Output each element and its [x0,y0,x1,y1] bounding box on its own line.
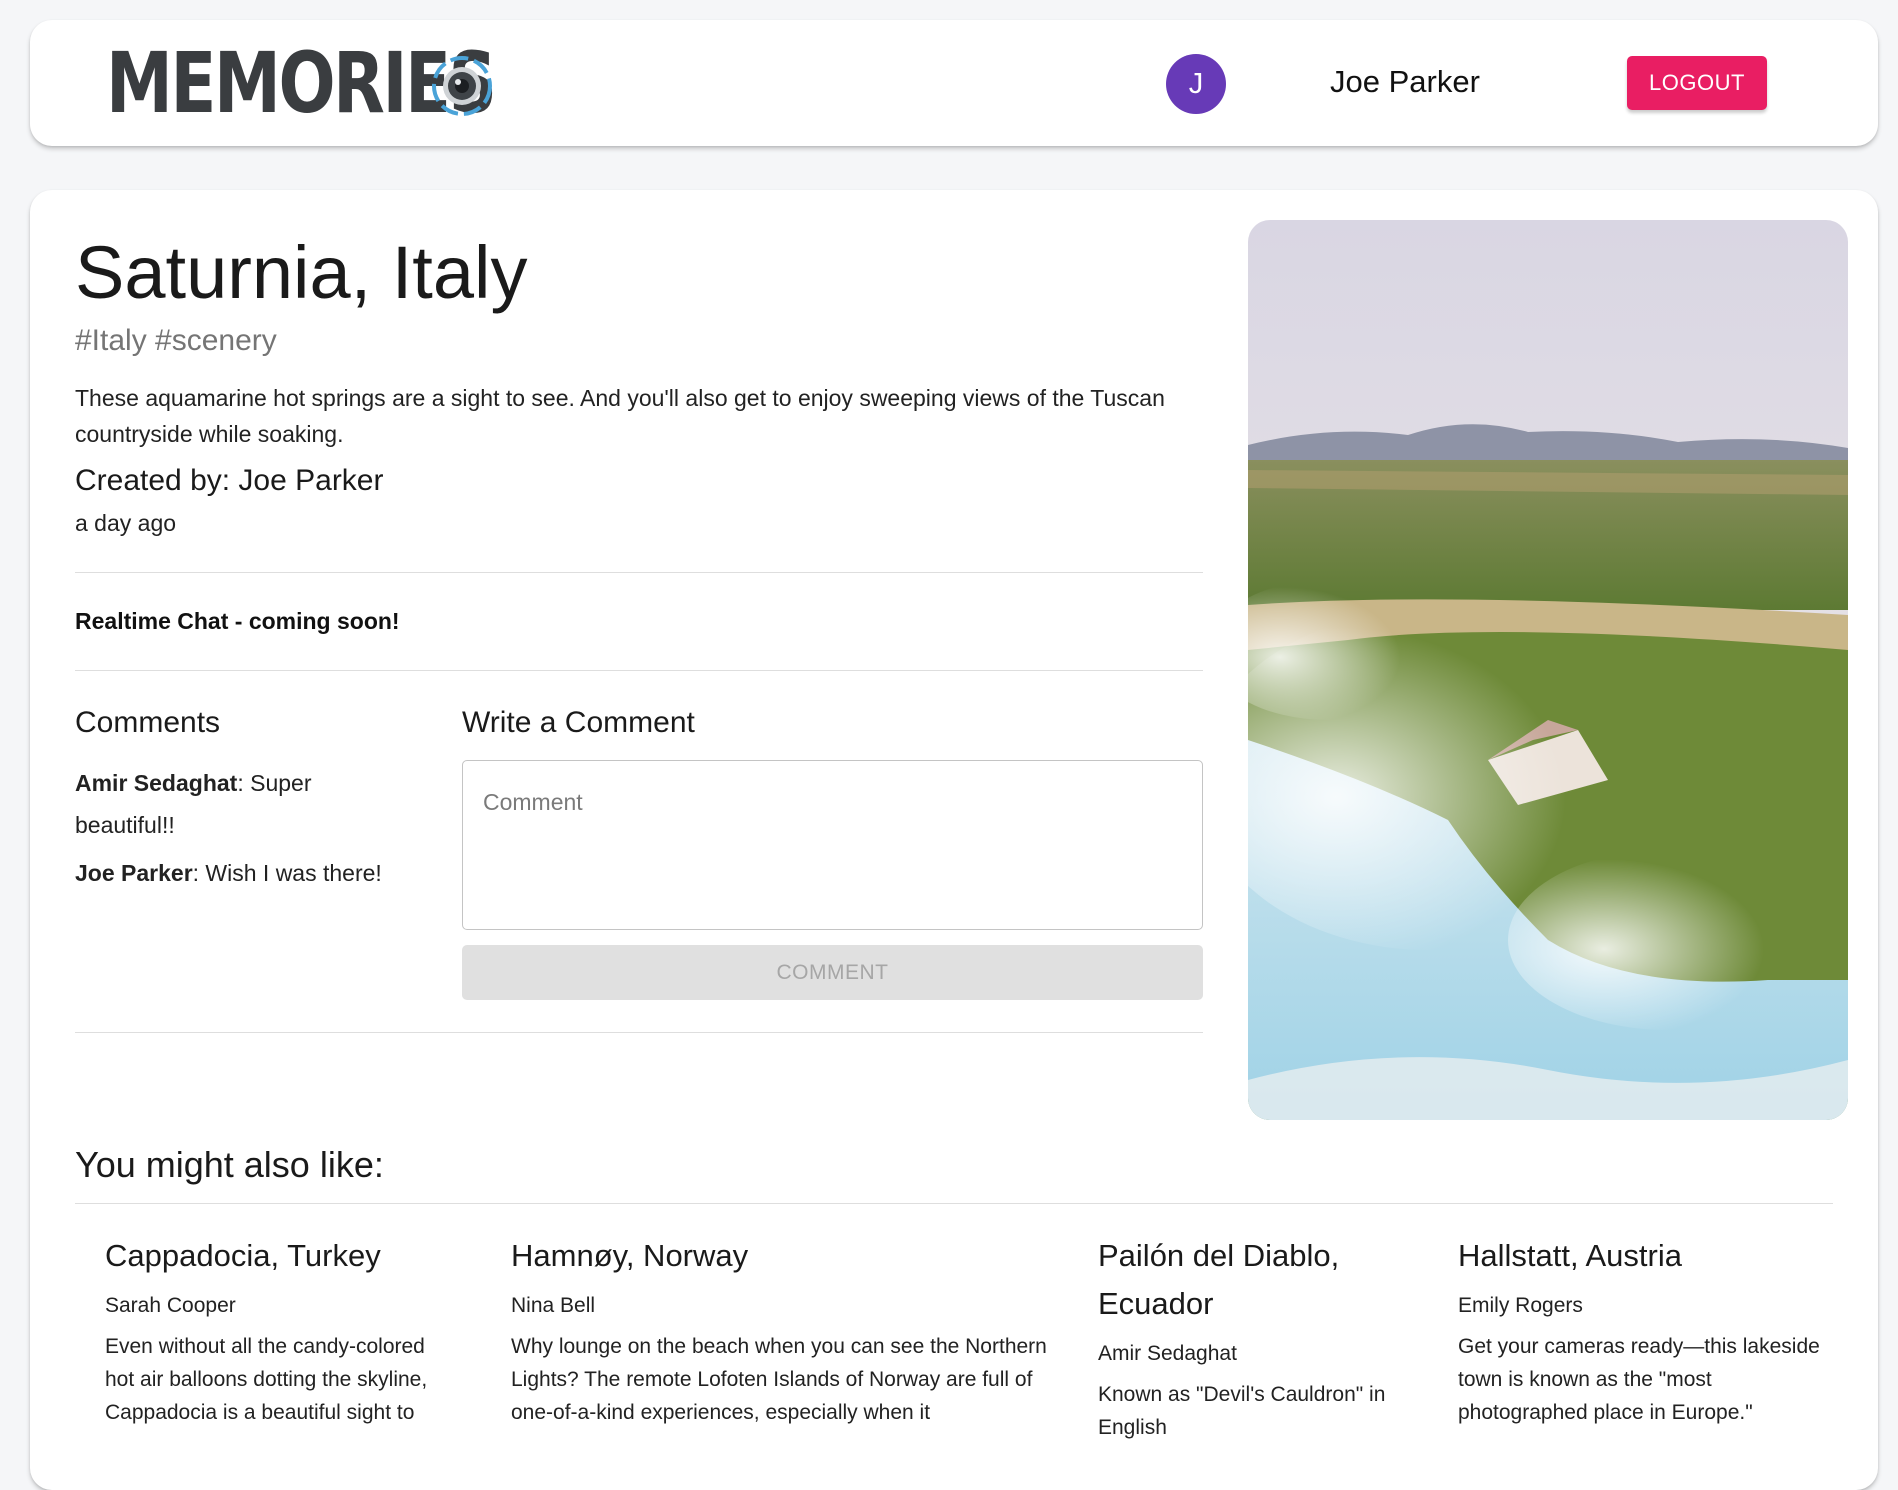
comment-submit-button[interactable]: COMMENT [462,945,1203,1000]
recommended-heading: You might also like: [75,1144,384,1185]
write-comment-heading: Write a Comment [462,706,695,739]
recommended-post[interactable]: Cappadocia, Turkey Sarah Cooper Even wit… [105,1232,445,1429]
comment-input[interactable] [462,760,1203,930]
logout-button[interactable]: LOGOUT [1627,56,1767,110]
post-image-graphic [1248,220,1848,1120]
comment-item: Amir Sedaghat: Super beautiful!! [75,762,415,846]
comment-list: Amir Sedaghat: Super beautiful!! Joe Par… [75,762,415,900]
divider [75,1203,1833,1204]
user-name: Joe Parker [1330,64,1480,99]
recommended-post-message: Get your cameras ready—this lakeside tow… [1458,1335,1820,1424]
post-creator: Created by: Joe Parker [75,464,384,497]
recommended-post-message: Known as "Devil's Cauldron" in English [1098,1383,1386,1439]
recommended-post-author: Amir Sedaghat [1098,1342,1237,1365]
recommended-post-title: Pailón del Diablo, Ecuador [1098,1238,1340,1321]
recommended-post-message: Why lounge on the beach when you can see… [511,1335,1047,1424]
post-timestamp: a day ago [75,510,177,536]
comments-heading: Comments [75,706,221,739]
comment-author: Amir Sedaghat [75,770,238,796]
post-details-card: Saturnia, Italy #Italy #scenery These aq… [30,190,1878,1490]
recommended-post-author: Emily Rogers [1458,1294,1583,1317]
recommended-post[interactable]: Hallstatt, Austria Emily Rogers Get your… [1458,1232,1828,1429]
app-bar: MEMORIES J Joe Parker LOGOUT [30,20,1878,146]
divider [75,572,1203,573]
brand-logo[interactable]: MEMORIES [106,41,592,125]
recommended-post-title: Hamnøy, Norway [511,1238,749,1273]
recommended-post-author: Sarah Cooper [105,1294,236,1317]
comment-text: : Wish I was there! [192,860,382,886]
page-title: Saturnia, Italy [75,231,528,314]
divider [75,670,1203,671]
recommended-post-title: Hallstatt, Austria [1458,1238,1682,1273]
comment-author: Joe Parker [75,860,193,886]
recommended-post[interactable]: Pailón del Diablo, Ecuador Amir Sedaghat… [1098,1232,1418,1444]
divider [75,1032,1203,1033]
recommended-post-author: Nina Bell [511,1294,596,1317]
post-image [1248,220,1848,1120]
camera-lens-icon [432,56,492,116]
avatar[interactable]: J [1166,54,1226,114]
post-message: These aquamarine hot springs are a sight… [75,385,1165,447]
recommended-post-title: Cappadocia, Turkey [105,1238,381,1273]
comment-item: Joe Parker: Wish I was there! [75,852,415,894]
recommended-post-message: Even without all the candy-colored hot a… [105,1335,428,1424]
post-tags: #Italy #scenery [75,324,277,357]
chat-notice: Realtime Chat - coming soon! [75,608,400,634]
recommended-post[interactable]: Hamnøy, Norway Nina Bell Why lounge on t… [511,1232,1051,1429]
